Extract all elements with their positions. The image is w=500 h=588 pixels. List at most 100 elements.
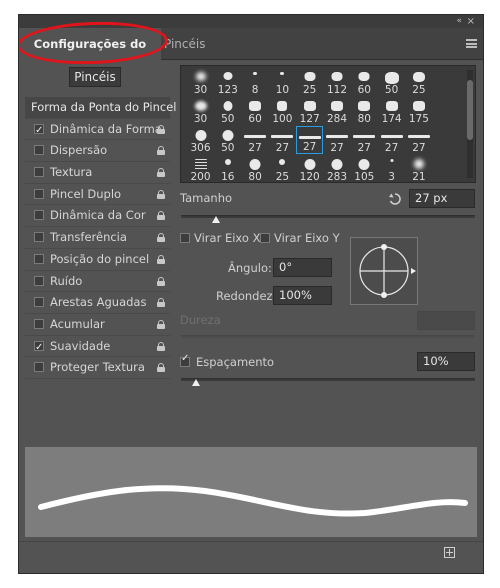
brush-preset[interactable]: 105 [351,155,378,183]
brush-size-label: 25 [303,84,317,96]
lock-icon[interactable] [156,363,166,373]
brush-preset[interactable]: 21 [405,155,432,182]
brush-preset[interactable]: 27 [242,126,269,154]
spacing-checkbox[interactable] [180,353,190,367]
brush-preset[interactable]: 27 [351,126,378,154]
collapse-icon[interactable]: « [456,15,461,28]
lock-icon[interactable] [156,319,166,329]
lock-icon[interactable] [156,254,166,264]
brush-preset[interactable]: 80 [351,97,378,125]
brush-preset[interactable]: 16 [214,155,241,182]
list-item[interactable]: Dispersão [25,140,170,163]
list-item[interactable]: Arestas Aguadas [25,292,170,314]
lock-icon[interactable] [156,276,166,286]
list-item[interactable]: Acumular [25,314,170,336]
list-item[interactable]: Pincel Duplo [25,184,170,206]
option-checkbox[interactable] [34,145,44,156]
option-checkbox[interactable] [34,318,44,329]
spacing-field[interactable]: 10% [417,352,475,371]
brush-preset[interactable]: 120 [296,155,323,182]
brush-size-label: 105 [354,171,375,183]
flip-y-checkbox[interactable] [260,233,270,243]
close-icon[interactable]: × [467,15,475,28]
angle-roundness-widget[interactable] [350,237,418,305]
brush-preset[interactable]: 60 [351,68,378,96]
list-item[interactable]: Dinâmica da Cor [25,205,170,228]
brush-preset[interactable]: 284 [324,97,351,125]
list-item[interactable]: Textura [25,162,170,184]
list-item-brush-tip-shape[interactable]: Forma da Ponta do Pincel [25,97,177,119]
option-checkbox[interactable] [34,337,44,358]
list-item[interactable]: Ruído [25,271,170,293]
spacing-slider-thumb[interactable] [191,379,200,386]
brush-preset[interactable]: 10 [269,68,296,96]
lock-icon[interactable] [156,233,166,243]
lock-icon[interactable] [156,146,166,156]
brush-preset[interactable]: 30 [187,68,214,96]
brushes-button[interactable]: Pincéis [69,67,121,87]
option-checkbox[interactable] [34,275,44,286]
option-checkbox[interactable] [34,167,44,178]
lock-icon[interactable] [156,341,166,351]
option-checkbox[interactable] [34,188,44,199]
brush-preset[interactable]: 50 [214,126,241,154]
brush-preset[interactable]: 174 [378,97,405,125]
lock-icon[interactable] [156,211,166,221]
flip-x-checkbox[interactable] [180,233,190,243]
lock-icon[interactable] [156,189,166,199]
list-item[interactable]: Posição do pincel [25,249,170,271]
brush-preset[interactable]: 100 [269,97,296,125]
brush-size-label: 30 [193,113,208,125]
option-checkbox[interactable] [34,210,44,221]
tab-brushes[interactable]: Pincéis [164,28,205,60]
brush-preset[interactable]: 60 [242,97,269,125]
size-field[interactable]: 27 px [409,189,475,208]
brush-size-label: 27 [412,142,426,154]
list-item[interactable]: Suavidade [25,336,170,358]
brush-tip-icon [303,101,316,111]
brush-preset[interactable]: 25 [269,155,296,182]
option-checkbox[interactable] [34,362,44,373]
size-slider[interactable] [181,215,475,218]
brush-preset[interactable]: 112 [324,68,351,96]
brush-preset[interactable]: 123 [214,68,241,96]
lock-icon[interactable] [156,168,166,178]
option-checkbox[interactable] [34,297,44,308]
brush-preset[interactable]: 306 [187,126,214,154]
brush-preset[interactable]: 30 [187,97,214,125]
reset-size-icon[interactable] [388,192,402,206]
brush-preset[interactable]: 200 [187,155,214,182]
brush-preset[interactable]: 8 [242,68,269,96]
angle-field[interactable]: 0° [273,258,332,277]
tab-brush-settings[interactable]: Configurações do pincel [19,28,161,83]
brush-preset[interactable]: 50 [378,68,405,96]
option-checkbox[interactable] [34,120,44,141]
brush-preset[interactable]: 27 [269,126,296,154]
brush-preset[interactable]: 3 [378,155,405,182]
brush-preset[interactable]: 175 [405,97,432,125]
brush-preset[interactable]: 25 [405,68,432,96]
new-brush-icon[interactable] [444,547,455,558]
list-item[interactable]: Dinâmica da Forma [25,119,170,141]
brush-preset[interactable]: 27 [324,126,351,154]
size-slider-thumb[interactable] [212,216,221,223]
brush-tip-icon [222,130,234,141]
option-checkbox[interactable] [34,253,44,264]
list-item[interactable]: Proteger Textura [25,357,170,379]
roundness-field[interactable]: 100% [273,286,332,305]
list-item[interactable]: Transferência [25,227,170,249]
brush-preset[interactable]: 50 [214,97,241,125]
presets-scrollbar[interactable] [467,70,473,178]
brush-preset[interactable]: 80 [242,155,269,182]
brush-preset[interactable]: 283 [324,155,351,182]
brush-preset[interactable]: 27 [296,126,324,154]
brush-preset[interactable]: 25 [296,68,323,96]
option-checkbox[interactable] [34,232,44,243]
spacing-slider[interactable] [181,378,475,381]
lock-icon[interactable] [156,124,166,134]
menu-icon[interactable] [466,39,477,48]
brush-preset[interactable]: 27 [405,126,432,154]
brush-preset[interactable]: 127 [296,97,323,125]
lock-icon[interactable] [156,298,166,308]
brush-preset[interactable]: 27 [378,126,405,154]
